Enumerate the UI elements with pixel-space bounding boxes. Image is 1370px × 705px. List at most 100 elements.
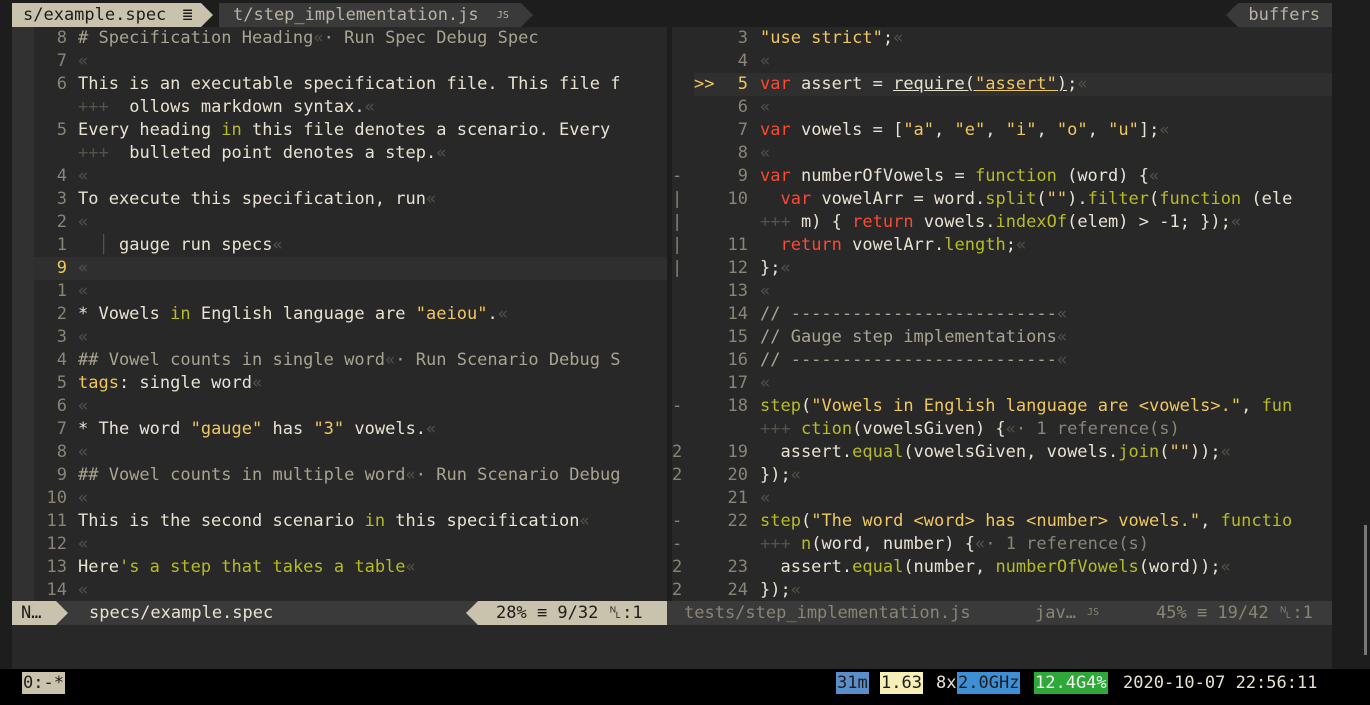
status-line: N… specs/example.spec 28% ≡ 9/32 ␤:1 tes… — [12, 601, 1332, 625]
token: assert. — [760, 557, 853, 577]
code-line[interactable]: 12 « — [12, 533, 667, 556]
line-text: step("The word <word> has <number> vowel… — [760, 510, 1292, 533]
token: "o" — [1056, 120, 1088, 140]
token: var — [780, 189, 812, 209]
code-line[interactable]: +++ ollows markdown syntax.« — [12, 96, 667, 119]
code-line[interactable]: 13 Here's a step that takes a table« — [12, 556, 667, 579]
eol-marker: « — [1230, 212, 1242, 232]
code-line[interactable]: 14 // --------------------------« — [672, 303, 1332, 326]
code-line[interactable]: 13 « — [672, 280, 1332, 303]
code-line[interactable]: 2 20});« — [672, 464, 1332, 487]
token: ; — [882, 28, 894, 48]
token: "" — [1169, 442, 1190, 462]
wrap-marker: +++ — [760, 212, 801, 232]
token: (word) { — [1056, 166, 1149, 186]
code-line[interactable]: 1 │ gauge run specs« — [12, 234, 667, 257]
scrollbar[interactable] — [1364, 525, 1367, 655]
code-line[interactable]: 4 ## Vowel counts in single word«· Run Sc… — [12, 349, 667, 372]
buffers-indicator[interactable]: buffers — [1226, 3, 1332, 27]
code-line[interactable]: >> 5 var assert = require("assert");« — [672, 73, 1332, 96]
code-line[interactable]: +++ bulleted point denotes a step.« — [12, 142, 667, 165]
code-line[interactable]: 6 This is an executable specification fil… — [12, 73, 667, 96]
code-line[interactable]: 10 « — [12, 487, 667, 510]
tmux-window[interactable]: 0:-* — [22, 672, 65, 694]
line-text: « — [760, 372, 770, 395]
code-line[interactable]: 11 This is the second scenario in this sp… — [12, 510, 667, 533]
code-line[interactable]: 8 « — [672, 142, 1332, 165]
eol-marker: « — [1056, 304, 1068, 324]
token: vowels = [ — [790, 120, 904, 140]
token: (word, number) { — [811, 534, 975, 554]
code-line[interactable]: 6 « — [672, 96, 1332, 119]
line-text: « — [78, 257, 88, 280]
token: . — [487, 304, 498, 324]
code-line[interactable]: 2 * Vowels in English language are "aeiou… — [12, 303, 667, 326]
code-line[interactable]: -9 var numberOfVowels = function (word) {… — [672, 165, 1332, 188]
code-line[interactable]: | +++ m) { return vowels.indexOf(elem) > … — [672, 211, 1332, 234]
line-number: 5 — [56, 120, 67, 140]
tab-step-implementation[interactable]: t/step_implementation.js JS — [219, 3, 533, 27]
code-line[interactable]: 16 // --------------------------« — [672, 349, 1332, 372]
line-text: var vowelArr = word.split("").filter(fun… — [760, 188, 1292, 211]
code-line[interactable]: +++ ction(vowelsGiven) {«· 1 reference(s… — [672, 418, 1332, 441]
code-line[interactable]: 5 tags: single word« — [12, 372, 667, 395]
code-line[interactable]: 2 24});« — [672, 579, 1332, 601]
line-number: 24 — [727, 580, 748, 600]
line-text: « — [760, 142, 770, 165]
command-line[interactable] — [12, 625, 1332, 669]
code-line[interactable]: -18 step("Vowels in English language are … — [672, 395, 1332, 418]
token: }); — [760, 580, 791, 600]
code-line[interactable]: 7 * The word "gauge" has "3" vowels.« — [12, 418, 667, 441]
token: (number, — [903, 557, 996, 577]
eol-marker: « — [760, 97, 771, 117]
code-line[interactable]: 7 var vowels = ["a", "e", "i", "o", "u"];… — [672, 119, 1332, 142]
code-line[interactable]: 4 « — [672, 50, 1332, 73]
wrapped-line-text: +++ m) { return vowels.indexOf(elem) > -… — [760, 211, 1241, 234]
code-line[interactable]: -22 step("The word <word> has <number> vo… — [672, 510, 1332, 533]
code-line[interactable]: | 10 var vowelArr = word.split("").filter… — [672, 188, 1332, 211]
code-line[interactable]: 14 « — [12, 579, 667, 601]
code-line[interactable]: 5 Every heading in this file denotes a sc… — [12, 119, 667, 142]
eol-marker: « — [579, 511, 590, 531]
code-line[interactable]: 8 # Specification Heading«· Run Spec Debu… — [12, 27, 667, 50]
code-line[interactable]: 7 « — [12, 50, 667, 73]
code-line[interactable]: 21 « — [672, 487, 1332, 510]
code-line[interactable]: | 12};« — [672, 257, 1332, 280]
editor-pane-js[interactable]: 3 "use strict";« 4 «>> 5 var assert = require… — [672, 27, 1332, 601]
tab-example-spec[interactable]: s/example.spec ≣ — [12, 3, 213, 27]
editor-pane-spec[interactable]: 8 # Specification Heading«· Run Spec Debu… — [12, 27, 667, 601]
token: (word)); — [1138, 557, 1221, 577]
code-line[interactable]: 3 "use strict";« — [672, 27, 1332, 50]
line-text: var vowels = ["a", "e", "i", "o", "u"];« — [760, 119, 1170, 142]
line-number: 13 — [727, 281, 748, 301]
code-line[interactable]: 8 « — [12, 441, 667, 464]
line-number: 4 — [56, 166, 67, 186]
code-line[interactable]: 15 // Gauge step implementations« — [672, 326, 1332, 349]
line-text: « — [78, 50, 88, 73]
code-line[interactable]: 2 19 assert.equal(vowelsGiven, vowels.joi… — [672, 441, 1332, 464]
token: "i" — [1005, 120, 1037, 140]
code-line[interactable]: 17 « — [672, 372, 1332, 395]
code-line[interactable]: 3 To execute this specification, run« — [12, 188, 667, 211]
line-number: 21 — [727, 488, 748, 508]
line-number: 4 — [737, 51, 748, 71]
code-line[interactable]: 4 « — [12, 165, 667, 188]
token: fun — [1261, 396, 1293, 416]
line-number: 7 — [737, 120, 748, 140]
code-line[interactable]: 9 ## Vowel counts in multiple word«· Run … — [12, 464, 667, 487]
code-line[interactable]: 2 23 assert.equal(number, numberOfVowels(… — [672, 556, 1332, 579]
code-line[interactable]: 3 « — [12, 326, 667, 349]
code-line[interactable]: 1 « — [12, 280, 667, 303]
code-line[interactable]: 6 « — [12, 395, 667, 418]
token: return — [852, 212, 914, 232]
code-line[interactable]: - +++ n(word, number) {«· 1 reference(s) — [672, 533, 1332, 556]
eol-marker: « — [497, 304, 508, 324]
code-line[interactable]: | 11 return vowelArr.length;« — [672, 234, 1332, 257]
line-number: 2 — [56, 212, 67, 232]
line-text: step("Vowels in English language are <vo… — [760, 395, 1292, 418]
code-line[interactable]: 9 « — [12, 257, 667, 280]
code-line[interactable]: 2 « — [12, 211, 667, 234]
line-text: });« — [760, 579, 801, 601]
eol-marker: « — [426, 419, 437, 439]
